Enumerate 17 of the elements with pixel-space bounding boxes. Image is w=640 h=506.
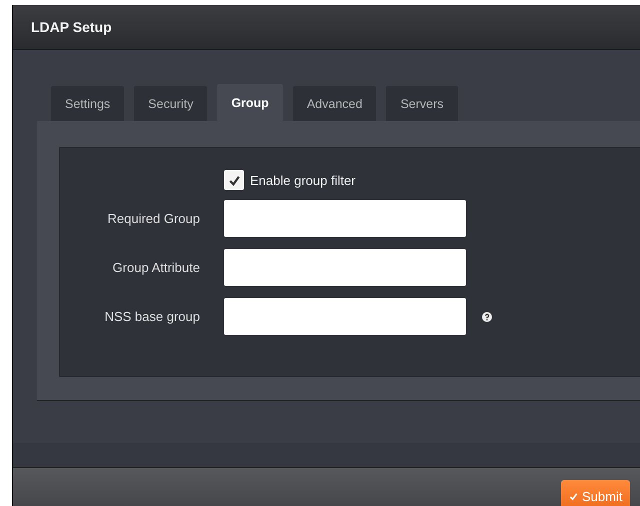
field-label: Group Attribute [112, 260, 200, 276]
field-label: NSS base group [104, 309, 200, 324]
check-icon [569, 492, 578, 501]
tab[interactable]: Settings [51, 86, 124, 122]
input-field[interactable] [224, 200, 466, 238]
tab[interactable]: Advanced [292, 86, 376, 122]
input-field[interactable] [224, 298, 466, 336]
check-icon [228, 174, 240, 187]
checkbox-label: Enable group filter [250, 172, 356, 188]
tab[interactable]: Servers [386, 86, 458, 122]
field-label: Required Group [106, 211, 200, 226]
input-field[interactable] [224, 249, 466, 286]
checkbox[interactable] [224, 170, 244, 190]
help-icon[interactable] [482, 312, 492, 322]
tab[interactable]: Security [134, 86, 208, 122]
tab[interactable]: Group [217, 84, 283, 122]
window-title: LDAP Setup [31, 19, 112, 36]
